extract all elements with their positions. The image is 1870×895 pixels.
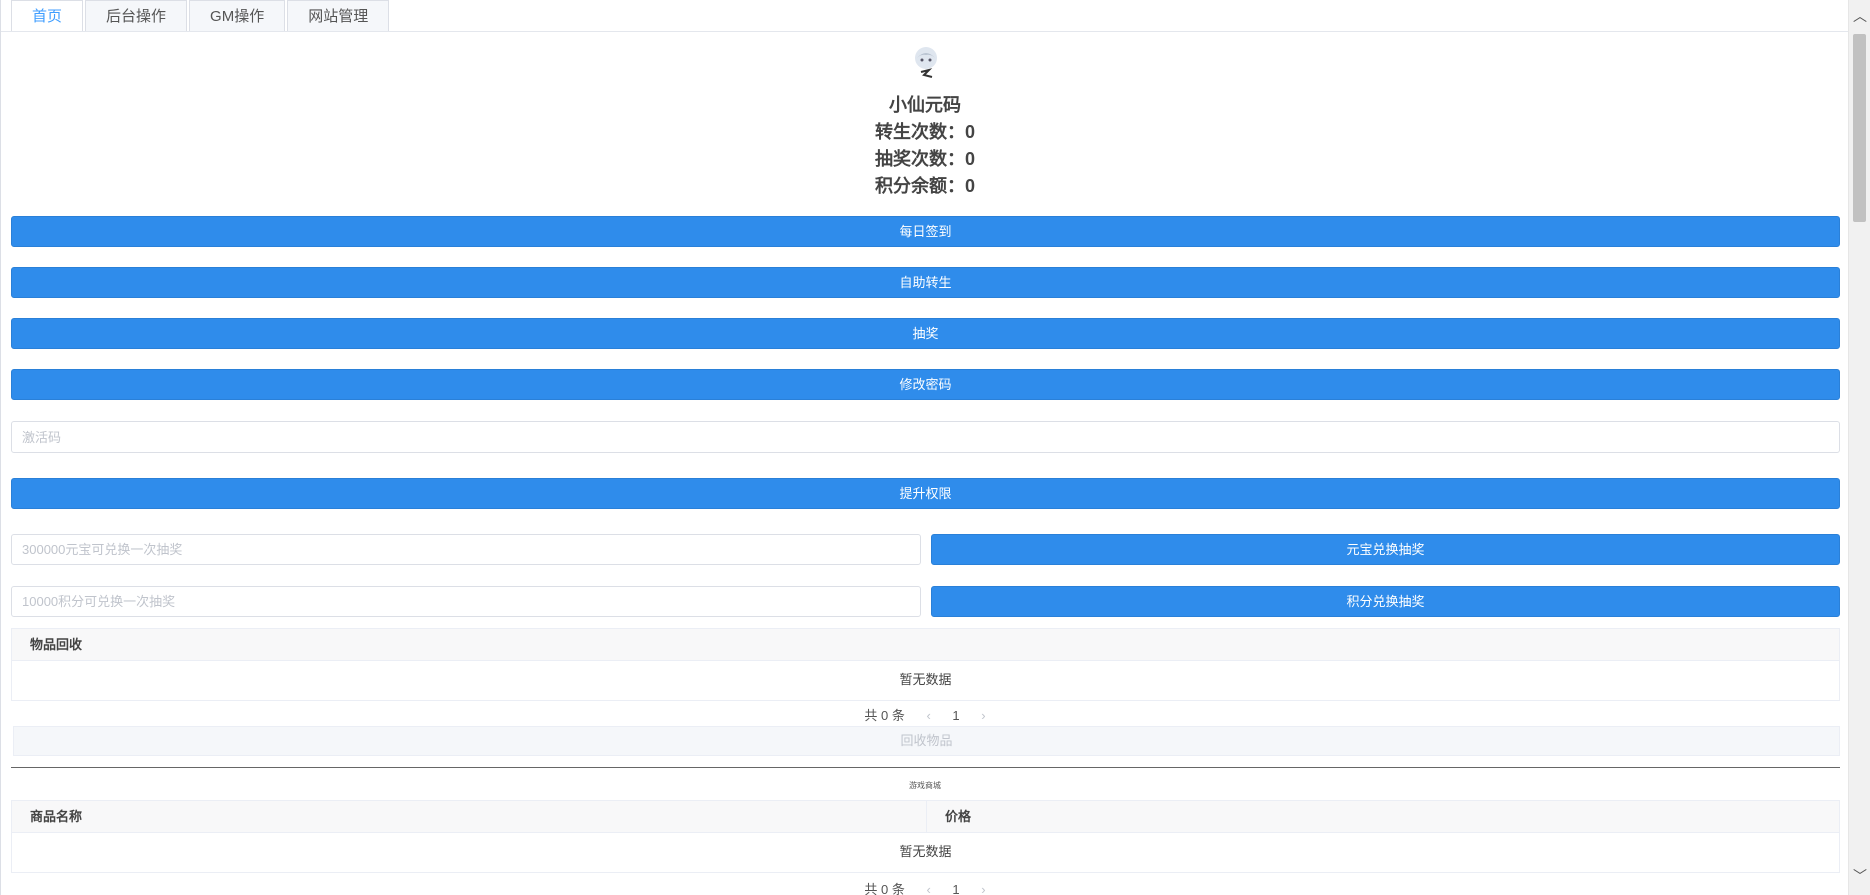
daily-signin-button[interactable]: 每日签到 [11,216,1840,247]
shop-page-number[interactable]: 1 [952,882,959,895]
recycle-column-header: 物品回收 [30,637,83,652]
lottery-button[interactable]: 抽奖 [11,318,1840,349]
shop-total: 共 0 条 [864,882,905,895]
scrollbar-thumb[interactable] [1853,34,1866,222]
recycle-pagination: 共 0 条 ‹ 1 › [1,705,1848,724]
points-exchange-button[interactable]: 积分兑换抽奖 [931,586,1840,617]
tab-backend[interactable]: 后台操作 [85,0,188,31]
shop-table-header: 商品名称 价格 [12,801,1839,833]
tab-bar: 首页 后台操作 GM操作 网站管理 [11,0,391,32]
shop-col-price: 价格 [945,809,972,824]
scroll-up-icon[interactable]: ︿ [1849,6,1870,26]
shop-table: 商品名称 价格 暂无数据 [11,800,1840,873]
shop-empty-text: 暂无数据 [899,844,952,859]
shop-title: 游戏商城 [909,781,941,790]
shop-next-page-icon[interactable]: › [981,882,985,895]
rebirth-count: 转生次数：0 [874,122,975,142]
tab-underline [1,31,1848,32]
recycle-table-header: 物品回收 [12,629,1839,661]
change-password-button[interactable]: 修改密码 [11,369,1840,400]
tab-site-admin[interactable]: 网站管理 [287,0,390,31]
tab-home[interactable]: 首页 [11,0,84,32]
shop-pagination: 共 0 条 ‹ 1 › [1,879,1848,895]
ingot-exchange-button[interactable]: 元宝兑换抽奖 [931,534,1840,565]
tab-gm[interactable]: GM操作 [189,0,286,31]
ingot-exchange-input[interactable] [11,534,921,565]
scroll-down-icon[interactable]: ﹀ [1849,866,1870,886]
auto-rebirth-button[interactable]: 自助转生 [11,267,1840,298]
next-page-icon[interactable]: › [981,708,985,723]
vertical-scrollbar[interactable]: ︿ ﹀ [1848,0,1870,895]
points-exchange-input[interactable] [11,586,921,617]
recycle-items-button[interactable]: 回收物品 [13,726,1840,756]
main-page: 首页 后台操作 GM操作 网站管理 小仙元码 转生次数：0 抽奖次数：0 积分余… [0,0,1848,895]
points-balance: 积分余额：0 [874,176,975,196]
lottery-count: 抽奖次数：0 [874,149,975,169]
prev-page-icon[interactable]: ‹ [926,708,930,723]
section-divider [11,767,1840,768]
recycle-total: 共 0 条 [864,708,905,723]
profile-name: 小仙元码 [889,95,961,115]
recycle-table: 物品回收 暂无数据 [11,628,1840,701]
upgrade-permission-button[interactable]: 提升权限 [11,478,1840,509]
recycle-empty-text: 暂无数据 [899,672,952,687]
avatar [915,47,937,78]
recycle-page-number[interactable]: 1 [952,708,959,723]
shop-prev-page-icon[interactable]: ‹ [926,882,930,895]
shop-col-name: 商品名称 [12,801,927,832]
activation-code-input[interactable] [11,421,1840,453]
